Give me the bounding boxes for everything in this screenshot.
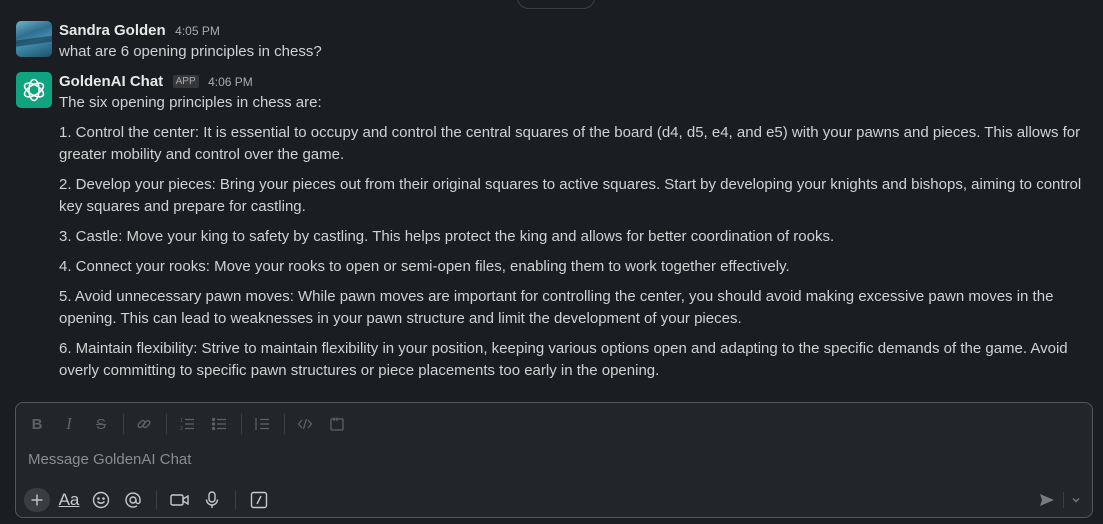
message-paragraph: 3. Castle: Move your king to safety by c…: [59, 228, 835, 245]
message-composer[interactable]: B I S 12 Message GoldenAI Chat Aa: [15, 402, 1093, 518]
plus-icon[interactable]: [24, 488, 50, 512]
openai-logo-icon: [23, 78, 45, 102]
new-messages-pill[interactable]: [517, 0, 595, 9]
toolbar-divider: [284, 414, 285, 434]
bold-icon[interactable]: B: [25, 413, 49, 435]
timestamp[interactable]: 4:05 PM: [175, 24, 220, 38]
code-icon[interactable]: [293, 413, 317, 435]
ordered-list-icon[interactable]: 12: [175, 413, 199, 435]
message-goldenai: GoldenAI Chat APP 4:06 PM The six openin…: [16, 72, 1093, 382]
strikethrough-icon[interactable]: S: [89, 413, 113, 435]
message-text: The six opening principles in chess are:: [59, 94, 322, 111]
blockquote-icon[interactable]: [250, 413, 274, 435]
slash-command-icon[interactable]: [246, 487, 272, 513]
message-paragraph: 5. Avoid unnecessary pawn moves: While p…: [59, 288, 1054, 327]
svg-text:2: 2: [180, 426, 183, 432]
formatting-toolbar: B I S 12: [25, 413, 357, 435]
message-paragraph: 4. Connect your rooks: Move your rooks t…: [59, 258, 790, 275]
composer-actions: Aa: [24, 487, 278, 513]
avatar[interactable]: [16, 21, 52, 57]
mention-icon[interactable]: [120, 487, 146, 513]
message-input[interactable]: Message GoldenAI Chat: [28, 451, 191, 468]
code-block-icon[interactable]: [325, 413, 349, 435]
emoji-icon[interactable]: [88, 487, 114, 513]
send-icon[interactable]: [1036, 489, 1058, 511]
svg-text:1: 1: [180, 418, 183, 424]
toolbar-divider: [166, 414, 167, 434]
send-divider: [1063, 492, 1064, 508]
toolbar-divider: [235, 490, 236, 510]
toolbar-divider: [123, 414, 124, 434]
message-sandra: Sandra Golden 4:05 PM what are 6 opening…: [16, 21, 1093, 63]
text-format-icon[interactable]: Aa: [56, 487, 82, 513]
timestamp[interactable]: 4:06 PM: [208, 75, 253, 89]
video-icon[interactable]: [167, 487, 193, 513]
toolbar-divider: [241, 414, 242, 434]
app-badge: APP: [172, 75, 199, 88]
format-label: Aa: [58, 490, 80, 509]
avatar[interactable]: [16, 72, 52, 108]
microphone-icon[interactable]: [199, 487, 225, 513]
message-paragraph: 1. Control the center: It is essential t…: [59, 124, 1081, 163]
chevron-down-icon[interactable]: [1068, 489, 1084, 511]
message-text: what are 6 opening principles in chess?: [59, 43, 322, 60]
bulleted-list-icon[interactable]: [207, 413, 231, 435]
link-icon[interactable]: [132, 413, 156, 435]
message-paragraph: 2. Develop your pieces: Bring your piece…: [59, 176, 1082, 215]
sender-name[interactable]: GoldenAI Chat: [59, 73, 163, 90]
toolbar-divider: [156, 490, 157, 510]
message-paragraph: 6. Maintain flexibility: Strive to maint…: [59, 340, 1068, 379]
sender-name[interactable]: Sandra Golden: [59, 22, 166, 39]
italic-icon[interactable]: I: [57, 413, 81, 435]
